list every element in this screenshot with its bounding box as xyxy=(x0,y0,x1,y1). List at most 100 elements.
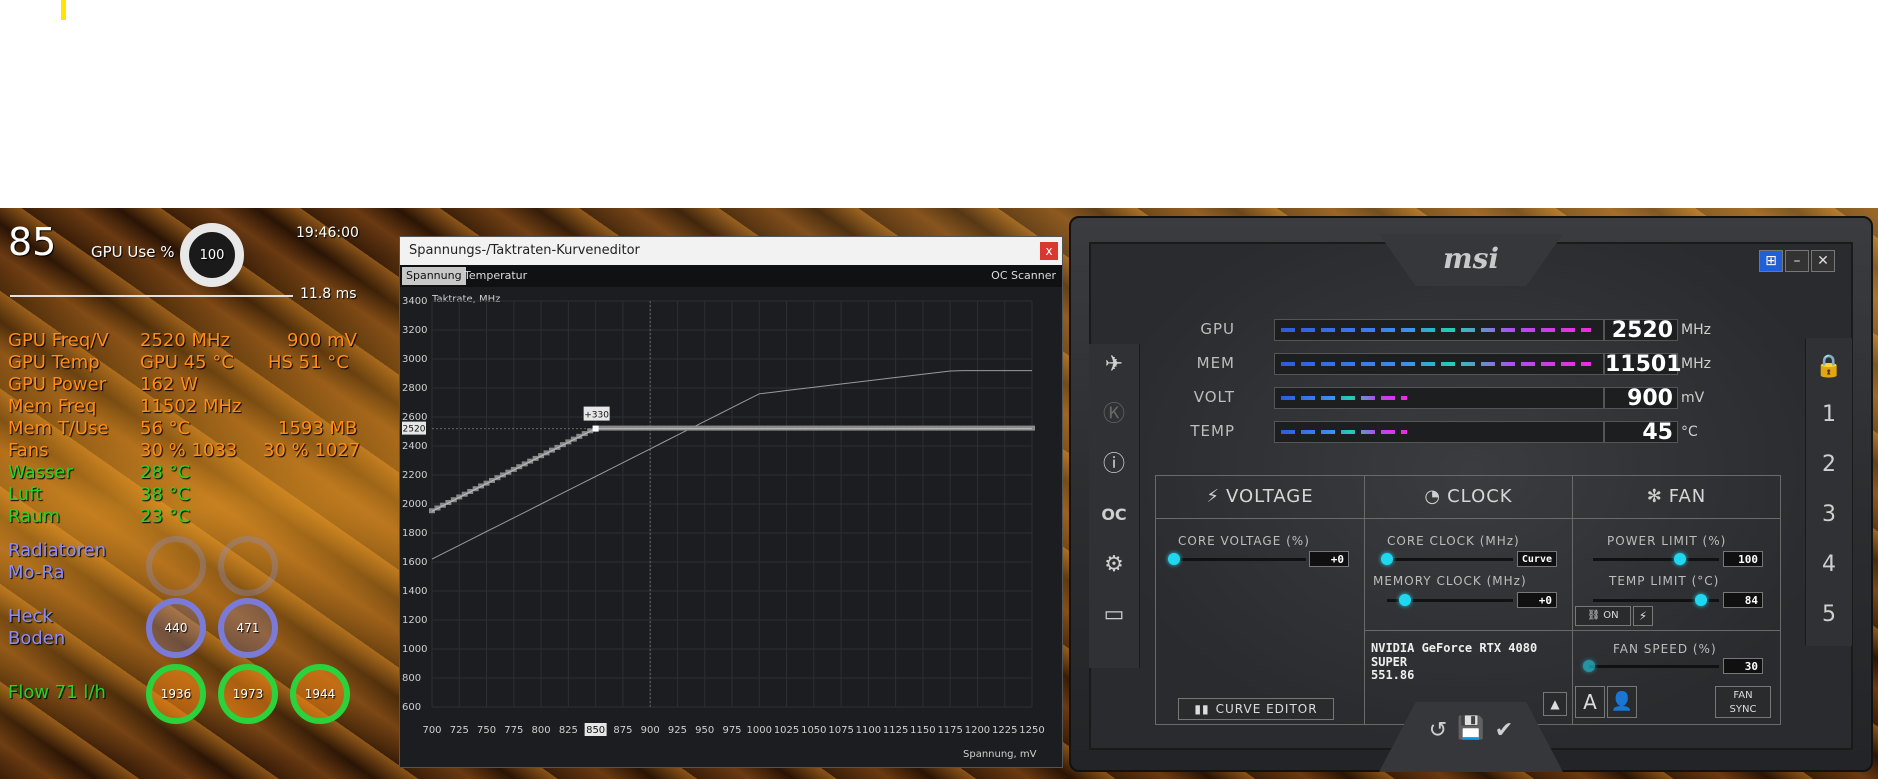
osd-row-gpu-freq: GPU Freq/V 2520 MHz 900 mV xyxy=(8,330,358,352)
x-tick-label: 1200 xyxy=(965,725,990,736)
osd-row-mem-use: Mem T/Use 56 °C 1593 MB xyxy=(8,418,358,440)
x-tick-label: 750 xyxy=(477,725,496,736)
osd-label: Raum xyxy=(8,506,61,527)
fan-speed-value[interactable]: 30 xyxy=(1723,658,1763,674)
flow-gauge-2: 1973 xyxy=(218,664,278,724)
selected-curve-point[interactable] xyxy=(592,425,599,432)
editor-title: Spannungs-/Taktraten-Kurveneditor xyxy=(409,243,640,258)
info-icon[interactable]: ⓘ xyxy=(1099,450,1129,480)
oc-scanner-button[interactable]: OC Scanner xyxy=(987,267,1060,285)
lock-icon[interactable]: 🔒 xyxy=(1814,352,1844,382)
power-limit-knob[interactable] xyxy=(1674,553,1686,565)
meter-fill xyxy=(1281,396,1408,400)
osd-value: 162 W xyxy=(140,374,198,395)
y-tick-label: 1200 xyxy=(402,615,427,626)
temp-limit-value[interactable]: 84 xyxy=(1723,592,1763,608)
curve-editor-label: CURVE EDITOR xyxy=(1215,702,1318,716)
osd-label: GPU Temp xyxy=(8,352,100,373)
mora-label: Mo-Ra xyxy=(8,562,65,583)
meter-label: TEMP xyxy=(1190,422,1235,440)
core-clock-slider[interactable] xyxy=(1387,558,1513,561)
fan-speed-slider[interactable] xyxy=(1589,665,1719,668)
fps-counter: 85 xyxy=(8,220,57,264)
osd-value: GPU 45 °C xyxy=(140,352,234,373)
core-clock-label: CORE CLOCK (MHz) xyxy=(1387,534,1520,548)
tab-spannung[interactable]: Spannung xyxy=(402,267,466,285)
editor-tabbar: Spannung Temperatur OC Scanner xyxy=(400,265,1062,287)
profile-1[interactable]: 1 xyxy=(1814,400,1844,430)
y-ticks: 600 800 1000 1200 1400 1600 1800 2000 2200 2400 26… xyxy=(402,296,427,713)
save-icon[interactable]: 💾 xyxy=(1456,714,1486,744)
meter-value: 45 xyxy=(1604,421,1678,444)
power-limit-slider[interactable] xyxy=(1593,558,1719,561)
core-voltage-slider[interactable] xyxy=(1174,558,1306,561)
msi-logo: msi xyxy=(1442,242,1500,275)
heck-value: 440 xyxy=(164,621,188,635)
osd-clock: 19:46:00 xyxy=(296,225,359,241)
settings-icon[interactable]: ⚙ xyxy=(1099,550,1129,580)
x-tick-label: 875 xyxy=(613,725,632,736)
user-fan-icon[interactable]: 👤 xyxy=(1607,686,1637,718)
speedometer-icon: ◔ xyxy=(1424,486,1442,507)
x-tick-label: 1000 xyxy=(747,725,772,736)
boden-value: 471 xyxy=(236,621,260,635)
osd-row-raum: Raum 23 °C xyxy=(8,506,308,528)
core-voltage-value[interactable]: +0 xyxy=(1309,551,1349,567)
profile-5[interactable]: 5 xyxy=(1814,600,1844,630)
flow-gauge-1: 1936 xyxy=(146,664,206,724)
reset-icon[interactable]: ↺ xyxy=(1423,716,1453,746)
core-clock-value[interactable]: Curve xyxy=(1517,551,1557,567)
core-clock-knob[interactable] xyxy=(1381,553,1393,565)
close-icon[interactable]: ✕ xyxy=(1811,250,1835,272)
divider xyxy=(1573,630,1780,631)
y-tick-label: 2200 xyxy=(402,470,427,481)
fan-sync-button[interactable]: FAN SYNC xyxy=(1715,686,1771,718)
divider xyxy=(1365,630,1572,631)
x-tick-label: 1100 xyxy=(856,725,881,736)
link-icon: ⛓ xyxy=(1587,610,1604,621)
gpu-use-value: 100 xyxy=(199,247,225,263)
boden-gauge: 471 xyxy=(218,598,278,658)
k-boost-icon[interactable]: Ⓚ xyxy=(1099,400,1129,430)
core-voltage-label: CORE VOLTAGE (%) xyxy=(1178,534,1310,548)
close-icon[interactable]: x xyxy=(1040,242,1058,260)
auto-fan-button[interactable]: A xyxy=(1575,686,1605,718)
fan-speed-knob[interactable] xyxy=(1583,660,1595,672)
x-tick-label: 975 xyxy=(722,725,741,736)
windows-icon[interactable]: ⊞ xyxy=(1759,250,1783,272)
editor-titlebar[interactable]: Spannungs-/Taktraten-Kurveneditor x xyxy=(400,237,1062,265)
vf-curve-chart[interactable]: Taktrate, MHz 600 800 1000 1200 1400 1600 1800… xyxy=(400,287,1062,767)
profile-4[interactable]: 4 xyxy=(1814,550,1844,580)
memory-clock-value[interactable]: +0 xyxy=(1517,592,1557,608)
meter-value: 2520 xyxy=(1604,319,1678,342)
apply-icon[interactable]: ✔ xyxy=(1489,716,1519,746)
oc-scanner-icon[interactable]: OC xyxy=(1099,500,1129,530)
osd-row-mem-freq: Mem Freq 11502 MHz xyxy=(8,396,358,418)
y-tick-label: 1400 xyxy=(402,586,427,597)
fan-column: ✻ FAN POWER LIMIT (%) 100 TEMP LIMIT (°C)… xyxy=(1573,476,1780,724)
y-tick-label: 2800 xyxy=(402,383,427,394)
monitor-icon[interactable]: ▭ xyxy=(1099,600,1129,630)
expand-icon[interactable]: ▲ xyxy=(1543,692,1567,716)
link-toggle[interactable]: ⛓ ON xyxy=(1575,606,1631,626)
y-tick-label: 2000 xyxy=(402,499,427,510)
fan-header: ✻ FAN xyxy=(1573,476,1780,519)
tab-temperatur[interactable]: Temperatur xyxy=(460,267,531,285)
curve-editor-button[interactable]: ▮▮ CURVE EDITOR xyxy=(1178,698,1334,720)
temp-limit-knob[interactable] xyxy=(1695,594,1707,606)
msi-afterburner-window: msi ⊞ – ✕ ✈ Ⓚ ⓘ OC ⚙ ▭ 🔒 1 2 3 4 5 GPU 2… xyxy=(1069,216,1873,772)
minimize-icon[interactable]: – xyxy=(1785,250,1809,272)
x-tick-label: 1125 xyxy=(883,725,908,736)
x-axis-label: Spannung, mV xyxy=(963,749,1037,760)
meter-bar xyxy=(1274,387,1604,409)
meter-unit: °C xyxy=(1681,424,1698,440)
memory-clock-knob[interactable] xyxy=(1399,594,1411,606)
x-tick-label: 700 xyxy=(422,725,441,736)
kombustor-icon[interactable]: ✈ xyxy=(1099,350,1129,380)
profile-2[interactable]: 2 xyxy=(1814,450,1844,480)
core-voltage-knob[interactable] xyxy=(1168,553,1180,565)
meter-bar xyxy=(1274,353,1604,375)
lightning-toggle-icon[interactable]: ⚡ xyxy=(1633,606,1653,626)
power-limit-value[interactable]: 100 xyxy=(1723,551,1763,567)
profile-3[interactable]: 3 xyxy=(1814,500,1844,530)
